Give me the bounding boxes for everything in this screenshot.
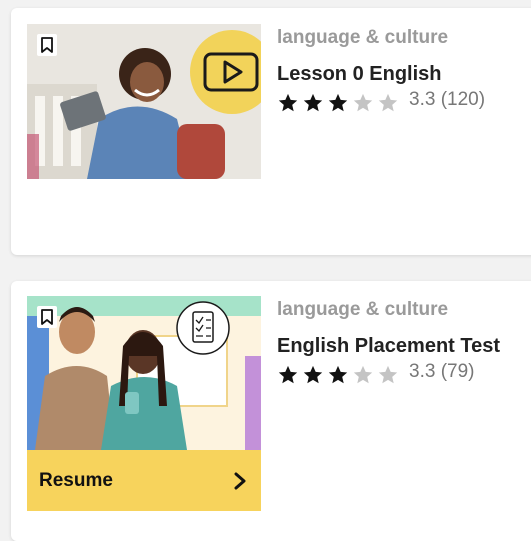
star-filled-icon (328, 93, 348, 112)
bookmark-button[interactable] (37, 34, 57, 56)
course-title[interactable]: English Placement Test (277, 335, 500, 358)
star-filled-icon (278, 93, 298, 112)
course-card[interactable]: language & culture Lesson 0 English 3.3 … (11, 8, 531, 255)
star-rating (277, 92, 399, 114)
star-empty-icon (353, 365, 373, 384)
course-category: language & culture (277, 299, 449, 320)
thumbnail-image (27, 24, 261, 179)
course-thumbnail[interactable] (27, 296, 261, 450)
course-thumbnail[interactable] (27, 24, 261, 179)
course-rating: 3.3 (120) (277, 89, 486, 114)
chevron-right-icon (234, 472, 246, 489)
course-category: language & culture (277, 27, 449, 48)
bookmark-button[interactable] (37, 306, 57, 328)
rating-value: 3.3 (120) (409, 89, 486, 110)
course-info: language & culture English Placement Tes… (277, 299, 500, 386)
bookmark-icon (41, 37, 53, 53)
bookmark-icon (41, 309, 53, 325)
star-filled-icon (278, 365, 298, 384)
resume-label: Resume (39, 469, 113, 491)
course-title[interactable]: Lesson 0 English (277, 63, 485, 86)
star-rating (277, 364, 399, 386)
star-empty-icon (353, 93, 373, 112)
star-filled-icon (303, 93, 323, 112)
course-card[interactable]: Resume language & culture English Placem… (11, 281, 531, 541)
star-filled-icon (328, 365, 348, 384)
star-empty-icon (378, 365, 398, 384)
star-filled-icon (303, 365, 323, 384)
thumbnail-image (27, 296, 261, 450)
course-info: language & culture Lesson 0 English 3.3 … (277, 27, 485, 114)
resume-button[interactable]: Resume (27, 450, 261, 511)
course-rating: 3.3 (79) (277, 361, 500, 386)
star-empty-icon (378, 93, 398, 112)
rating-value: 3.3 (79) (409, 361, 475, 382)
